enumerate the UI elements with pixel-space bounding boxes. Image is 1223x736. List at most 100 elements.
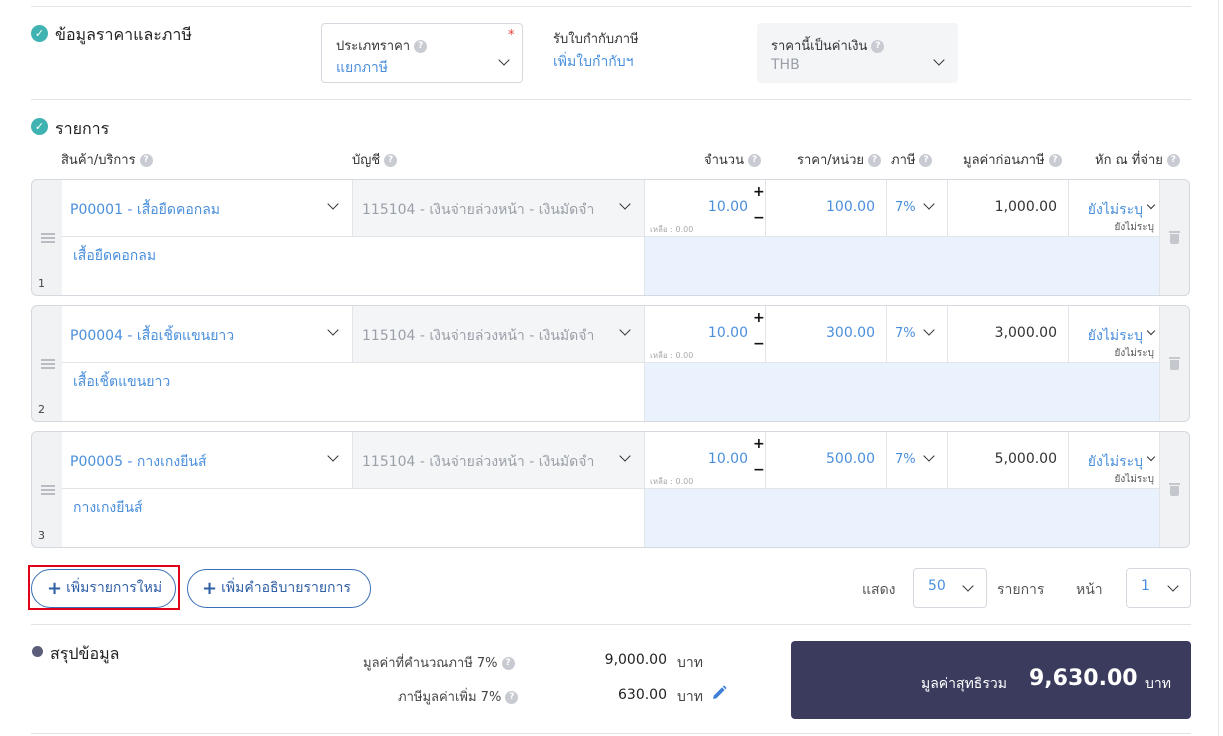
quantity-stepper[interactable]: 10.00 เหลือ : 0.00 + − <box>645 432 766 489</box>
help-icon[interactable]: ? <box>501 657 515 670</box>
check-icon: ✓ <box>31 25 48 42</box>
help-icon[interactable]: ? <box>748 154 761 167</box>
delete-icon[interactable] <box>1169 231 1180 244</box>
taxable-value: 9,000.00 <box>604 652 667 668</box>
per-page-select[interactable]: 50 <box>913 568 987 608</box>
help-icon[interactable]: ? <box>139 154 153 167</box>
quantity-value: 10.00 <box>707 451 748 467</box>
document-form: ✓ ข้อมูลราคาและภาษี ประเภทราคา? * แยกภาษ… <box>0 0 1223 736</box>
price-value: 100.00 <box>826 199 875 215</box>
grand-total-value: 9,630.00 <box>1029 666 1138 691</box>
tax-select[interactable]: 7% <box>887 432 948 489</box>
drag-handle-icon[interactable] <box>41 359 55 369</box>
minus-icon[interactable]: − <box>753 463 765 477</box>
bullet-icon <box>32 646 43 657</box>
description-input[interactable]: เสื้อเชิ้ตแขนยาว <box>62 363 645 421</box>
chevron-down-icon <box>619 450 631 462</box>
plus-icon[interactable]: + <box>753 311 765 325</box>
page-select[interactable]: 1 <box>1126 568 1191 608</box>
price-input[interactable]: 500.00 <box>766 432 887 489</box>
currency-unit: บาท <box>677 655 703 671</box>
header-account: บัญชี <box>352 153 381 168</box>
pretax-value: 5,000.00 <box>994 451 1057 467</box>
row-number: 2 <box>38 403 45 416</box>
show-label: แสดง <box>862 582 896 598</box>
divider-top <box>31 6 1191 7</box>
delete-icon[interactable] <box>1169 483 1180 496</box>
withholding-select[interactable]: ยังไม่ระบุ ยังไม่ระบุ <box>1069 306 1160 363</box>
pretax-value-cell: 1,000.00 <box>948 180 1069 237</box>
account-value: 115104 - เงินจ่ายล่วงหน้า - เงินมัดจำ <box>362 202 595 218</box>
taxable-label: มูลค่าที่คำนวณภาษี 7% <box>363 656 498 671</box>
header-withholding: หัก ณ ที่จ่าย <box>1095 153 1163 168</box>
help-icon[interactable]: ? <box>1166 154 1180 167</box>
withholding-value: ยังไม่ระบุ <box>1087 454 1143 470</box>
description-extension <box>645 489 1160 547</box>
tax-invoice-label: รับใบกำกับภาษี <box>553 32 639 47</box>
product-select[interactable]: P00005 - กางเกงยีนส์ <box>62 432 353 489</box>
delete-icon[interactable] <box>1169 357 1180 370</box>
section-title-summary: สรุปข้อมูล <box>50 644 120 663</box>
grand-total-label: มูลค่าสุทธิรวม <box>921 676 1007 692</box>
help-icon[interactable]: ? <box>868 154 882 167</box>
withholding-value: ยังไม่ระบุ <box>1087 202 1143 218</box>
tax-select[interactable]: 7% <box>887 306 948 363</box>
chevron-down-icon <box>619 324 631 336</box>
tax-select[interactable]: 7% <box>887 180 948 237</box>
remaining-text: เหลือ : 0.00 <box>650 351 694 360</box>
account-select[interactable]: 115104 - เงินจ่ายล่วงหน้า - เงินมัดจำ <box>353 432 645 489</box>
description-value: เสื้อเชิ้ตแขนยาว <box>73 374 171 390</box>
price-input[interactable]: 100.00 <box>766 180 887 237</box>
help-icon[interactable]: ? <box>505 691 519 704</box>
plus-icon[interactable]: + <box>753 185 765 199</box>
quantity-stepper[interactable]: 10.00 เหลือ : 0.00 + − <box>645 306 766 363</box>
description-extension <box>645 237 1160 295</box>
withholding-select[interactable]: ยังไม่ระบุ ยังไม่ระบุ <box>1069 180 1160 237</box>
pretax-value: 1,000.00 <box>994 199 1057 215</box>
minus-icon[interactable]: − <box>753 337 765 351</box>
quantity-value: 10.00 <box>707 325 748 341</box>
currency-select[interactable]: ราคานี้เป็นค่าเงิน? THB <box>757 23 958 83</box>
header-quantity: จำนวน <box>704 153 744 168</box>
price-type-select[interactable]: ประเภทราคา? * แยกภาษี <box>321 23 523 83</box>
add-description-button[interactable]: + เพิ่มคำอธิบายรายการ <box>187 569 371 608</box>
price-input[interactable]: 300.00 <box>766 306 887 363</box>
account-select[interactable]: 115104 - เงินจ่ายล่วงหน้า - เงินมัดจำ <box>353 180 645 237</box>
minus-icon[interactable]: − <box>753 211 765 225</box>
chevron-down-icon <box>1146 326 1156 336</box>
product-select[interactable]: P00001 - เสื้อยืดคอกลม <box>62 180 353 237</box>
help-icon[interactable]: ? <box>414 40 428 53</box>
drag-handle-icon[interactable] <box>41 485 55 495</box>
item-row: 1 P00001 - เสื้อยืดคอกลม 115104 - เงินจ่… <box>31 179 1190 296</box>
plus-icon[interactable]: + <box>753 437 765 451</box>
product-value: P00004 - เสื้อเชิ้ตแขนยาว <box>70 328 235 344</box>
add-tax-invoice-link[interactable]: เพิ่มใบกำกับฯ <box>553 51 634 73</box>
price-type-label: ประเภทราคา <box>336 39 411 54</box>
drag-handle-icon[interactable] <box>41 233 55 243</box>
account-value: 115104 - เงินจ่ายล่วงหน้า - เงินมัดจำ <box>362 454 595 470</box>
divider <box>31 624 1191 625</box>
plus-icon: + <box>202 578 218 599</box>
product-select[interactable]: P00004 - เสื้อเชิ้ตแขนยาว <box>62 306 353 363</box>
add-description-label: เพิ่มคำอธิบายรายการ <box>221 580 351 596</box>
description-input[interactable]: กางเกงยีนส์ <box>62 489 645 547</box>
header-unit-price: ราคา/หน่วย <box>797 153 865 168</box>
withholding-select[interactable]: ยังไม่ระบุ ยังไม่ระบุ <box>1069 432 1160 489</box>
help-icon[interactable]: ? <box>1048 154 1062 167</box>
description-input[interactable]: เสื้อยืดคอกลม <box>62 237 645 295</box>
section-title-items: รายการ <box>55 119 110 138</box>
quantity-stepper[interactable]: 10.00 เหลือ : 0.00 + − <box>645 180 766 237</box>
row-number: 1 <box>38 277 45 290</box>
withholding-sub: ยังไม่ระบุ <box>1114 348 1154 359</box>
chevron-down-icon <box>923 324 935 336</box>
product-value: P00001 - เสื้อยืดคอกลม <box>70 202 221 218</box>
section-title-price-tax: ข้อมูลราคาและภาษี <box>55 25 192 44</box>
right-border <box>1218 0 1219 736</box>
help-icon[interactable]: ? <box>384 154 398 167</box>
account-select[interactable]: 115104 - เงินจ่ายล่วงหน้า - เงินมัดจำ <box>353 306 645 363</box>
help-icon[interactable]: ? <box>871 40 885 53</box>
edit-pencil-icon[interactable] <box>711 685 727 701</box>
chevron-down-icon <box>933 54 945 66</box>
help-icon[interactable]: ? <box>919 154 933 167</box>
grand-total-panel: มูลค่าสุทธิรวม 9,630.00 บาท <box>791 641 1191 719</box>
